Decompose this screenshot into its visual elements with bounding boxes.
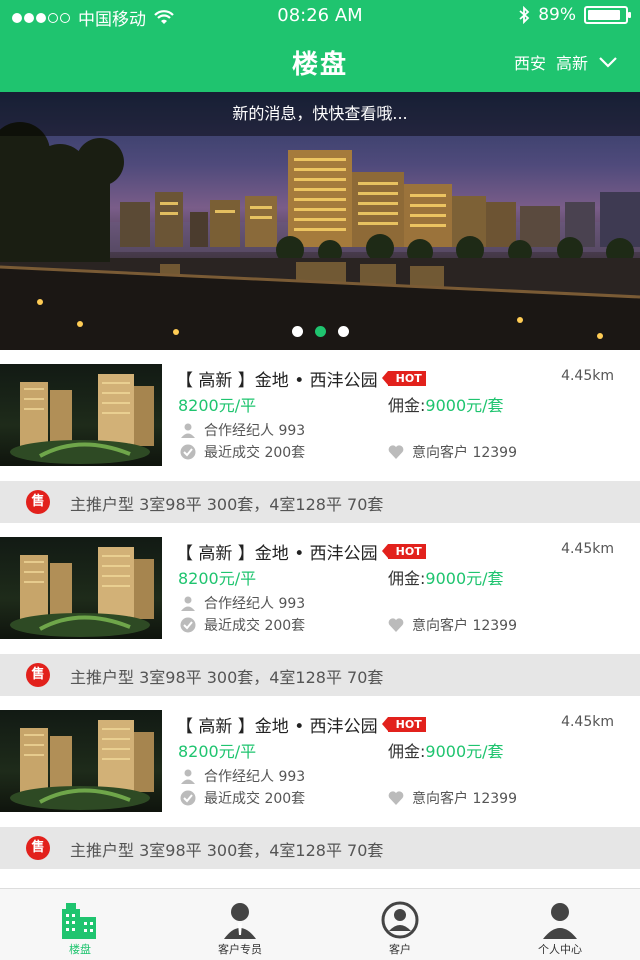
sale-badge: 售	[26, 663, 50, 687]
price-label: 8200元/平	[178, 569, 257, 588]
heart-icon	[388, 445, 404, 459]
agents-count: 合作经纪人 993	[204, 596, 306, 612]
recent-deals: 最近成交 200套	[204, 618, 306, 634]
commission-value: 9000元/套	[425, 396, 504, 415]
interested-row: 意向客户 12399	[388, 442, 517, 462]
tab-buildings[interactable]: 楼盘	[0, 889, 160, 960]
battery-icon	[584, 6, 631, 24]
status-right: 89%	[518, 5, 631, 25]
listing-card[interactable]: 【 高新 】金地 • 西沣公园 HOT 4.45km 8200元/平 佣金:90…	[0, 696, 640, 816]
banner-pager	[0, 326, 640, 337]
commission-label: 佣金:	[388, 569, 426, 588]
price-label: 8200元/平	[178, 396, 257, 415]
hot-badge: HOT	[381, 544, 426, 559]
bluetooth-icon	[519, 6, 530, 24]
hot-badge: HOT	[381, 371, 426, 386]
banner-message[interactable]: 新的消息，快快查看哦...	[0, 92, 640, 136]
listing-card[interactable]: 【 高新 】金地 • 西沣公园 HOT 4.45km 8200元/平 佣金:90…	[0, 350, 640, 470]
promo-text: 主推户型 3室98平 300套，4室128平 70套	[70, 841, 384, 860]
tab-profile[interactable]: 个人中心	[480, 889, 640, 960]
listing-thumbnail	[0, 710, 162, 812]
commission: 佣金:9000元/套	[388, 392, 504, 416]
listing-title: 【 高新 】金地 • 西沣公园	[176, 371, 378, 391]
promo-text: 主推户型 3室98平 300套，4室128平 70套	[70, 495, 384, 514]
battery-percent: 89%	[538, 5, 576, 25]
promo-row[interactable]: 售 主推户型 3室98平 300套，4室128平 70套	[0, 481, 640, 523]
person-icon	[181, 423, 195, 438]
person-icon	[543, 903, 577, 939]
listing-name: 【 高新 】金地 • 西沣公园 HOT	[176, 366, 426, 391]
interested-clients: 意向客户 12399	[412, 445, 517, 461]
recent-deals: 最近成交 200套	[204, 445, 306, 461]
distance-label: 4.45km	[561, 541, 614, 557]
recent-deals-row: 最近成交 200套	[180, 615, 305, 635]
agents-count: 合作经纪人 993	[204, 423, 306, 439]
recent-deals-row: 最近成交 200套	[180, 442, 305, 462]
commission-value: 9000元/套	[425, 742, 504, 761]
agents-row: 合作经纪人 993	[180, 593, 305, 613]
tab-bar: 楼盘 客户专员 客户 个人中心	[0, 888, 640, 960]
listing-name: 【 高新 】金地 • 西沣公园 HOT	[176, 539, 426, 564]
check-circle-icon	[180, 617, 196, 633]
promo-row[interactable]: 售 主推户型 3室98平 300套，4室128平 70套	[0, 654, 640, 696]
listing-card[interactable]: 【 高新 】金地 • 西沣公园 HOT 4.45km 8200元/平 佣金:90…	[0, 523, 640, 643]
agents-count: 合作经纪人 993	[204, 769, 306, 785]
pager-dot-active[interactable]	[314, 326, 326, 337]
commission-label: 佣金:	[388, 396, 426, 415]
commission: 佣金:9000元/套	[388, 738, 504, 762]
status-bar: 中国移动 08:26 AM 89%	[0, 0, 640, 32]
listing-thumbnail	[0, 537, 162, 639]
person-icon	[181, 769, 195, 784]
pager-dot[interactable]	[337, 326, 349, 337]
interested-row: 意向客户 12399	[388, 615, 517, 635]
heart-icon	[388, 791, 404, 805]
buildings-icon	[62, 903, 96, 939]
tab-label: 楼盘	[69, 943, 91, 956]
listing-thumbnail	[0, 364, 162, 466]
interested-clients: 意向客户 12399	[412, 791, 517, 807]
chevron-down-icon	[599, 57, 617, 68]
heart-icon	[388, 618, 404, 632]
client-icon	[381, 901, 419, 939]
listing-name: 【 高新 】金地 • 西沣公园 HOT	[176, 712, 426, 737]
tab-label: 客户	[389, 943, 411, 956]
distance-label: 4.45km	[561, 368, 614, 384]
commission-label: 佣金:	[388, 742, 426, 761]
interested-row: 意向客户 12399	[388, 788, 517, 808]
district-label: 高新	[555, 54, 588, 73]
promo-text: 主推户型 3室98平 300套，4室128平 70套	[70, 668, 384, 687]
city-label: 西安	[513, 54, 546, 73]
listing-title: 【 高新 】金地 • 西沣公园	[176, 544, 378, 564]
recent-deals-row: 最近成交 200套	[180, 788, 305, 808]
hot-badge: HOT	[381, 717, 426, 732]
person-icon	[181, 596, 195, 611]
listing-title: 【 高新 】金地 • 西沣公园	[176, 717, 378, 737]
sale-badge: 售	[26, 836, 50, 860]
recent-deals: 最近成交 200套	[204, 791, 306, 807]
tab-label: 客户专员	[218, 943, 262, 956]
tab-label: 个人中心	[538, 943, 582, 956]
check-circle-icon	[180, 790, 196, 806]
distance-label: 4.45km	[561, 714, 614, 730]
promo-banner[interactable]: 新的消息，快快查看哦...	[0, 92, 640, 350]
agent-icon	[224, 903, 256, 939]
price-label: 8200元/平	[178, 742, 257, 761]
city-selector[interactable]: 西安 高新	[514, 50, 618, 74]
agents-row: 合作经纪人 993	[180, 420, 305, 440]
agents-row: 合作经纪人 993	[180, 766, 305, 786]
nav-bar: 楼盘 西安 高新	[0, 32, 640, 92]
tab-client[interactable]: 客户	[320, 889, 480, 960]
commission: 佣金:9000元/套	[388, 565, 504, 589]
tab-agent[interactable]: 客户专员	[160, 889, 320, 960]
interested-clients: 意向客户 12399	[412, 618, 517, 634]
sale-badge: 售	[26, 490, 50, 514]
check-circle-icon	[180, 444, 196, 460]
pager-dot[interactable]	[291, 326, 303, 337]
promo-row[interactable]: 售 主推户型 3室98平 300套，4室128平 70套	[0, 827, 640, 869]
commission-value: 9000元/套	[425, 569, 504, 588]
